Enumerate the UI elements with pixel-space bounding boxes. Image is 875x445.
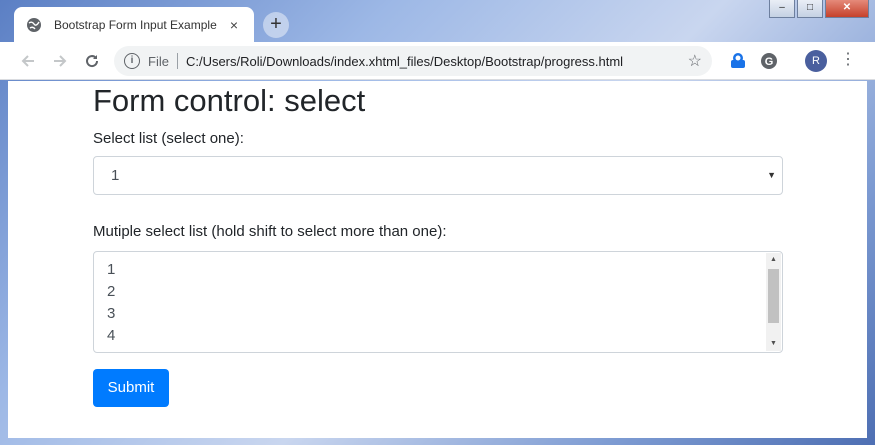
- tab-title: Bootstrap Form Input Example: [54, 17, 217, 32]
- svg-text:G: G: [765, 56, 774, 68]
- multi-select-label: Mutiple select list (hold shift to selec…: [93, 223, 447, 240]
- multi-select-option[interactable]: 1: [107, 261, 782, 283]
- minimize-button[interactable]: –: [769, 0, 795, 18]
- browser-titlebar: Bootstrap Form Input Example × + – □ ✕: [0, 0, 875, 42]
- multi-select-option[interactable]: 2: [107, 283, 782, 305]
- window-controls: – □ ✕: [769, 0, 869, 18]
- multi-select-scrollbar[interactable]: ▲ ▼: [766, 253, 781, 351]
- profile-avatar[interactable]: R: [805, 50, 827, 72]
- single-select-label: Select list (select one):: [93, 130, 244, 147]
- browser-toolbar: i File C:/Users/Roli/Downloads/index.xht…: [0, 42, 875, 80]
- reload-icon[interactable]: [80, 49, 104, 73]
- omnibox-divider: [176, 53, 178, 69]
- info-icon[interactable]: i: [124, 53, 140, 69]
- close-window-button[interactable]: ✕: [825, 0, 869, 18]
- new-tab-button[interactable]: +: [263, 12, 289, 38]
- single-select[interactable]: 1 ▼: [93, 156, 783, 195]
- globe-icon: [26, 17, 42, 33]
- maximize-button[interactable]: □: [797, 0, 823, 18]
- address-bar[interactable]: i File C:/Users/Roli/Downloads/index.xht…: [114, 46, 712, 76]
- scroll-thumb[interactable]: [768, 269, 779, 323]
- single-select-value: 1: [111, 167, 120, 184]
- url-text[interactable]: C:/Users/Roli/Downloads/index.xhtml_file…: [186, 54, 688, 69]
- star-icon[interactable]: ☆: [688, 51, 702, 71]
- back-arrow-icon[interactable]: [16, 49, 40, 73]
- grammarly-icon[interactable]: G: [759, 51, 779, 71]
- scroll-down-icon[interactable]: ▼: [766, 337, 781, 351]
- tab-close-icon[interactable]: ×: [226, 17, 242, 33]
- page-content: Form control: select Select list (select…: [8, 81, 867, 438]
- multi-select[interactable]: 1 2 3 4 ▲ ▼: [93, 251, 783, 353]
- browser-tab[interactable]: Bootstrap Form Input Example ×: [14, 7, 254, 42]
- dropdown-caret-icon: ▼: [767, 170, 776, 180]
- page-title: Form control: select: [93, 83, 366, 118]
- extension-icon[interactable]: [728, 51, 748, 71]
- scheme-label: File: [148, 53, 169, 69]
- scroll-up-icon[interactable]: ▲: [766, 253, 781, 267]
- forward-arrow-icon[interactable]: [48, 49, 72, 73]
- submit-button[interactable]: Submit: [93, 369, 169, 407]
- multi-select-option[interactable]: 3: [107, 305, 782, 327]
- multi-select-option[interactable]: 4: [107, 327, 782, 349]
- menu-icon[interactable]: ⋮: [840, 50, 856, 70]
